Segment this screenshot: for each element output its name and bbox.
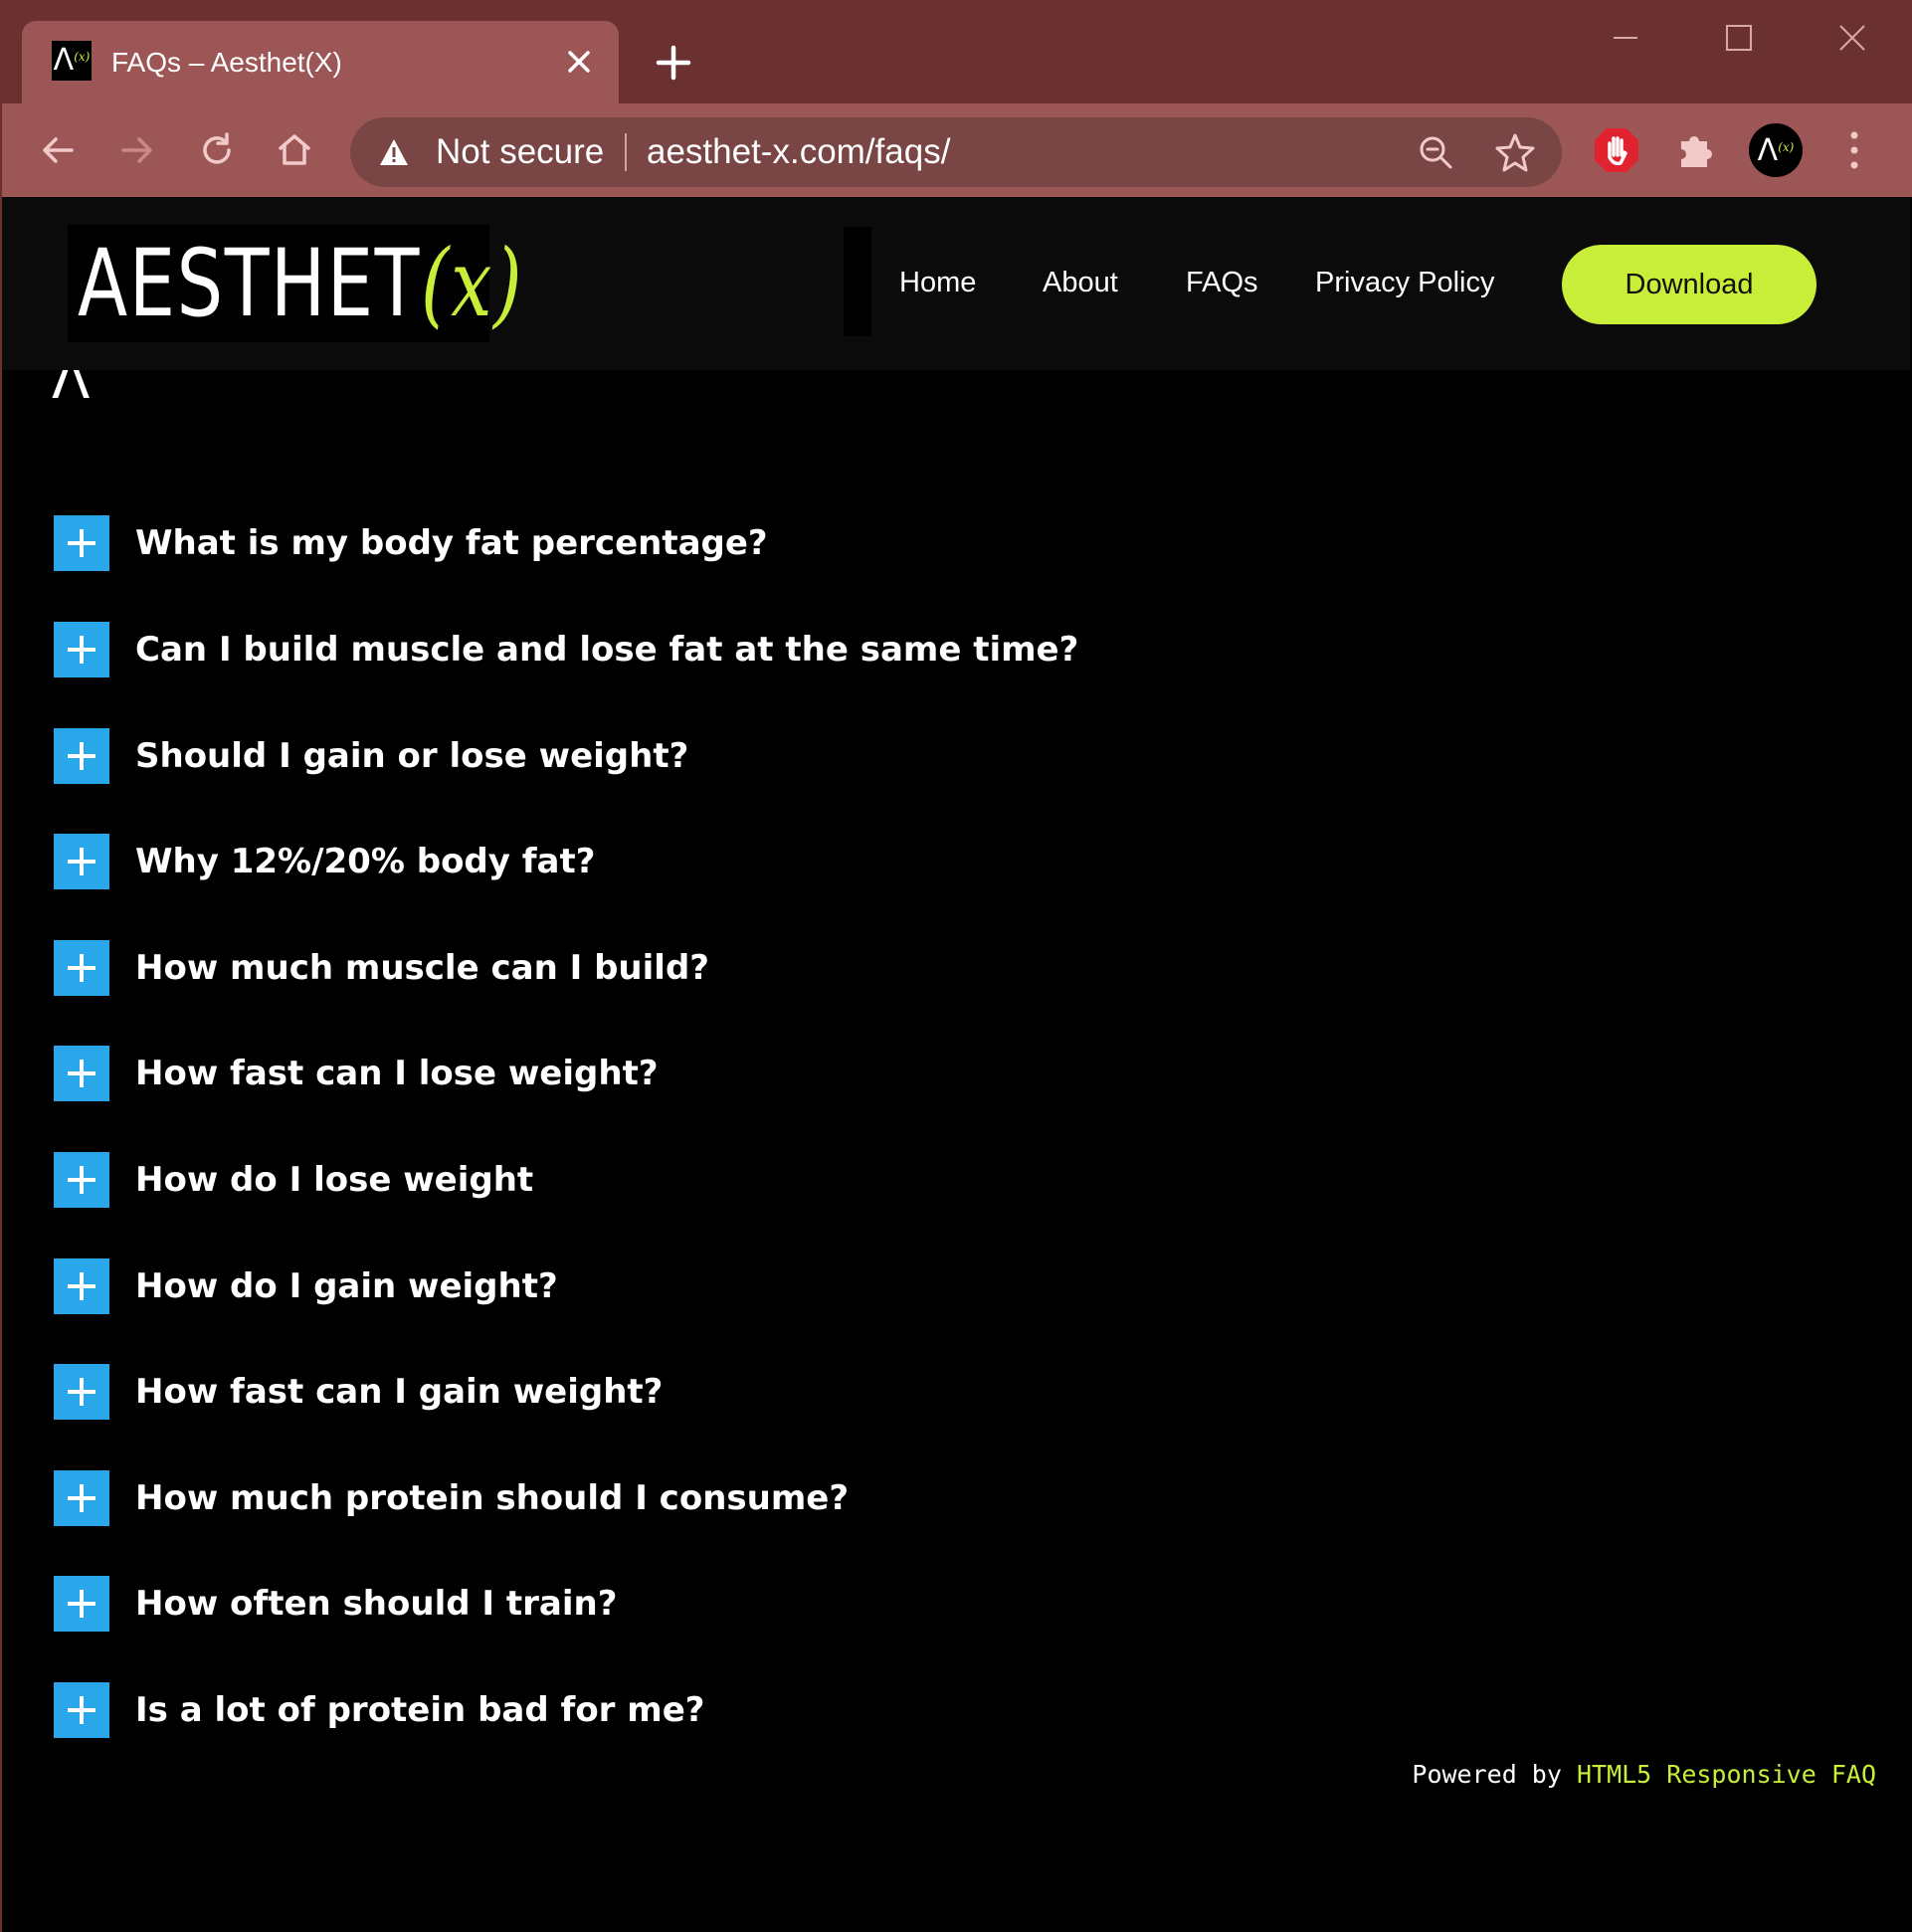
- faq-question[interactable]: Should I gain or lose weight?: [135, 728, 688, 784]
- faq-item[interactable]: How often should I train?: [54, 1576, 1546, 1636]
- faq-question[interactable]: How fast can I gain weight?: [135, 1364, 663, 1420]
- minimize-icon[interactable]: [1596, 16, 1655, 60]
- close-window-icon[interactable]: [1822, 16, 1882, 60]
- forward-icon[interactable]: [113, 126, 161, 174]
- partial-logo-glyph: Λ: [52, 370, 91, 408]
- expand-plus-icon[interactable]: [54, 834, 109, 889]
- close-tab-icon[interactable]: [559, 42, 599, 82]
- faq-item[interactable]: How much protein should I consume?: [54, 1470, 1546, 1530]
- nav-divider: [844, 227, 871, 336]
- faq-question[interactable]: How often should I train?: [135, 1576, 617, 1632]
- download-button[interactable]: Download: [1562, 245, 1816, 324]
- expand-plus-icon[interactable]: [54, 1046, 109, 1101]
- bookmark-star-icon[interactable]: [1494, 131, 1536, 173]
- expand-plus-icon[interactable]: [54, 1152, 109, 1208]
- faq-item[interactable]: Is a lot of protein bad for me?: [54, 1682, 1546, 1742]
- expand-plus-icon[interactable]: [54, 728, 109, 784]
- zoom-icon[interactable]: [1417, 133, 1454, 171]
- security-label[interactable]: Not secure: [436, 117, 604, 187]
- faq-item[interactable]: Why 12%/20% body fat?: [54, 834, 1546, 893]
- expand-plus-icon[interactable]: [54, 1364, 109, 1420]
- address-bar[interactable]: Not secure aesthet-x.com/faqs/: [350, 117, 1562, 187]
- faq-question[interactable]: How much protein should I consume?: [135, 1470, 849, 1526]
- site-logo[interactable]: AESTHET(x): [68, 225, 522, 342]
- expand-plus-icon[interactable]: [54, 1470, 109, 1526]
- faq-item[interactable]: What is my body fat percentage?: [54, 515, 1546, 575]
- browser-tab[interactable]: Λ (x) FAQs – Aesthet(X): [22, 21, 619, 103]
- reload-icon[interactable]: [193, 126, 241, 174]
- powered-by-footer: Powered by HTML5 Responsive FAQ: [1412, 1760, 1876, 1789]
- expand-plus-icon[interactable]: [54, 1258, 109, 1314]
- nav-about[interactable]: About: [1043, 251, 1118, 314]
- adblock-extension-icon[interactable]: [1590, 123, 1643, 177]
- faq-item[interactable]: How do I gain weight?: [54, 1258, 1546, 1318]
- profile-avatar[interactable]: Λ (x): [1749, 123, 1803, 177]
- browser-menu-icon[interactable]: [1842, 127, 1866, 173]
- extensions-puzzle-icon[interactable]: [1669, 123, 1723, 177]
- faq-item[interactable]: How do I lose weight: [54, 1152, 1546, 1212]
- warning-icon[interactable]: [378, 136, 410, 168]
- faq-item[interactable]: How fast can I gain weight?: [54, 1364, 1546, 1424]
- tab-title: FAQs – Aesthet(X): [111, 47, 342, 78]
- faq-question[interactable]: How do I gain weight?: [135, 1258, 558, 1314]
- expand-plus-icon[interactable]: [54, 1682, 109, 1738]
- faq-question[interactable]: Is a lot of protein bad for me?: [135, 1682, 705, 1738]
- faq-question[interactable]: Why 12%/20% body fat?: [135, 834, 595, 889]
- expand-plus-icon[interactable]: [54, 940, 109, 996]
- faq-item[interactable]: How much muscle can I build?: [54, 940, 1546, 1000]
- faq-question[interactable]: What is my body fat percentage?: [135, 515, 768, 571]
- nav-privacy-policy[interactable]: Privacy Policy: [1315, 251, 1495, 314]
- site-header: AESTHET(x) Home About FAQs Privacy Polic…: [2, 197, 1910, 370]
- omnibox-divider: [625, 133, 627, 171]
- expand-plus-icon[interactable]: [54, 515, 109, 571]
- html5-faq-link[interactable]: HTML5 Responsive FAQ: [1577, 1760, 1876, 1789]
- expand-plus-icon[interactable]: [54, 622, 109, 677]
- web-page: AESTHET(x) Home About FAQs Privacy Polic…: [2, 197, 1910, 1932]
- favicon-icon: Λ (x): [52, 41, 92, 81]
- maximize-icon[interactable]: [1709, 16, 1769, 60]
- powered-by-label: Powered by: [1412, 1760, 1562, 1789]
- home-icon[interactable]: [271, 126, 318, 174]
- faq-item[interactable]: How fast can I lose weight?: [54, 1046, 1546, 1105]
- back-icon[interactable]: [34, 126, 82, 174]
- browser-toolbar: Not secure aesthet-x.com/faqs/ Λ (x): [0, 103, 1912, 197]
- faq-question[interactable]: How much muscle can I build?: [135, 940, 709, 996]
- faq-question[interactable]: Can I build muscle and lose fat at the s…: [135, 622, 1078, 677]
- nav-home[interactable]: Home: [899, 251, 976, 314]
- url-text[interactable]: aesthet-x.com/faqs/: [647, 117, 950, 187]
- faq-question[interactable]: How fast can I lose weight?: [135, 1046, 659, 1101]
- nav-faqs[interactable]: FAQs: [1186, 251, 1258, 314]
- browser-tab-strip: Λ (x) FAQs – Aesthet(X): [0, 0, 1912, 103]
- faq-question[interactable]: How do I lose weight: [135, 1152, 533, 1208]
- expand-plus-icon[interactable]: [54, 1576, 109, 1632]
- new-tab-icon[interactable]: [653, 42, 694, 84]
- faq-item[interactable]: Should I gain or lose weight?: [54, 728, 1546, 788]
- faq-item[interactable]: Can I build muscle and lose fat at the s…: [54, 622, 1546, 681]
